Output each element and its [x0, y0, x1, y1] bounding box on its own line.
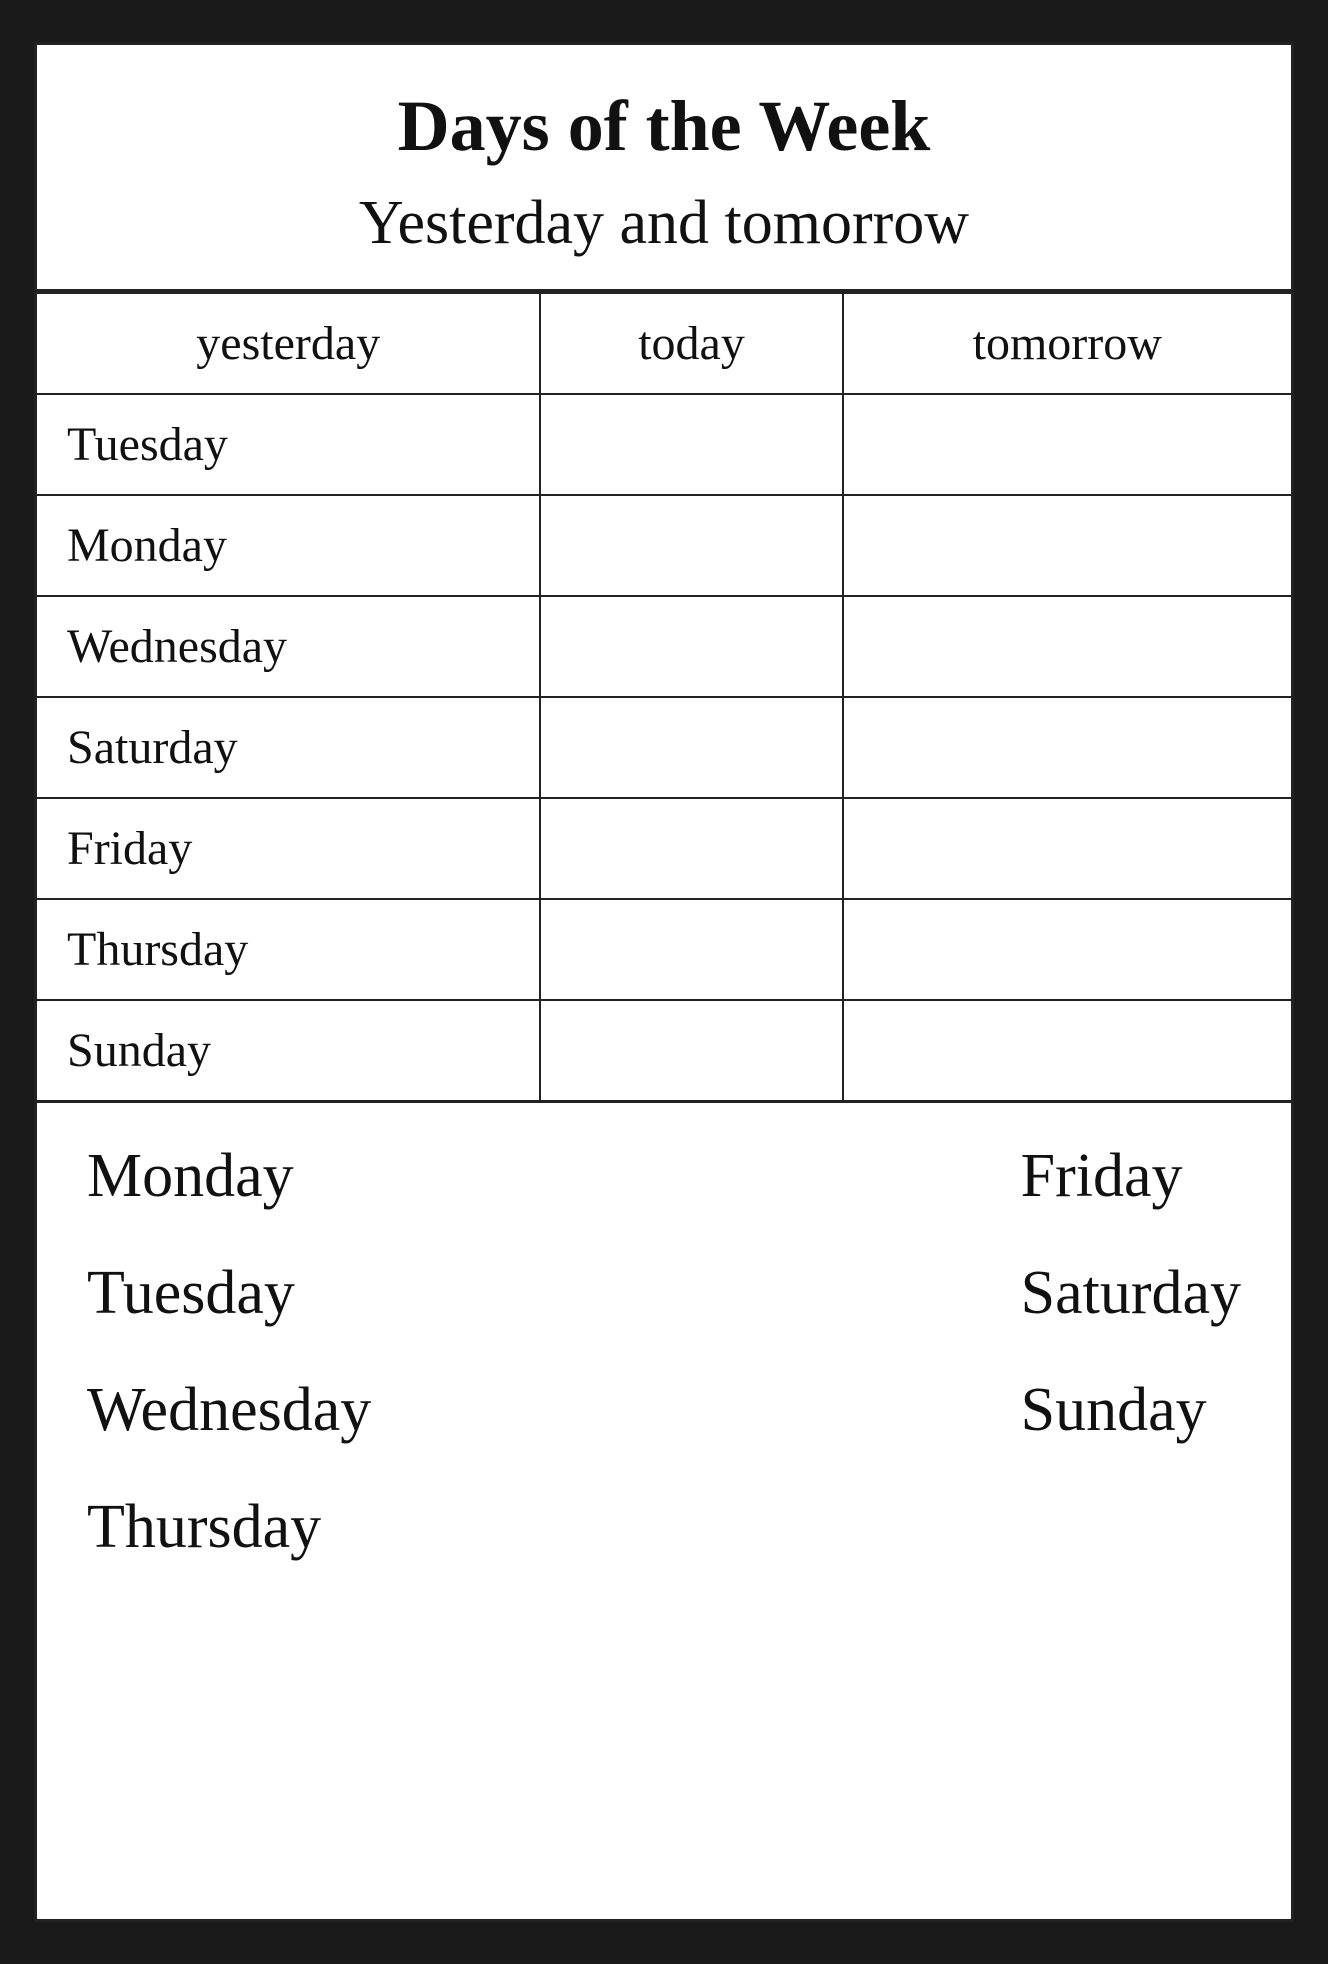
word-item-right: Sunday	[1011, 1357, 1251, 1464]
table-row: Saturday	[37, 697, 1291, 798]
cell-yesterday: Sunday	[37, 1000, 540, 1100]
word-item-left: Monday	[77, 1123, 381, 1230]
cell-tomorrow	[843, 1000, 1291, 1100]
cell-yesterday: Wednesday	[37, 596, 540, 697]
cell-tomorrow	[843, 899, 1291, 1000]
word-list-section: MondayTuesdayWednesdayThursday FridaySat…	[37, 1103, 1291, 1621]
col-today: today	[540, 293, 842, 395]
table-row: Wednesday	[37, 596, 1291, 697]
cell-today	[540, 697, 842, 798]
word-item-left: Thursday	[77, 1474, 381, 1581]
cell-yesterday: Tuesday	[37, 394, 540, 495]
cell-today	[540, 394, 842, 495]
cell-tomorrow	[843, 495, 1291, 596]
table-section: yesterday today tomorrow TuesdayMondayWe…	[37, 291, 1291, 1103]
cell-yesterday: Monday	[37, 495, 540, 596]
table-row: Tuesday	[37, 394, 1291, 495]
col-tomorrow: tomorrow	[843, 293, 1291, 395]
cell-today	[540, 1000, 842, 1100]
page-wrapper: Days of the Week Yesterday and tomorrow …	[0, 0, 1328, 1964]
cell-tomorrow	[843, 596, 1291, 697]
main-title: Days of the Week	[97, 85, 1231, 168]
word-item-right: Friday	[1011, 1123, 1251, 1230]
cell-today	[540, 899, 842, 1000]
cell-yesterday: Saturday	[37, 697, 540, 798]
cell-today	[540, 798, 842, 899]
word-column-left: MondayTuesdayWednesdayThursday	[77, 1123, 381, 1581]
table-row: Friday	[37, 798, 1291, 899]
table-row: Thursday	[37, 899, 1291, 1000]
main-card: Days of the Week Yesterday and tomorrow …	[34, 42, 1294, 1922]
days-table: yesterday today tomorrow TuesdayMondayWe…	[37, 291, 1291, 1100]
cell-yesterday: Friday	[37, 798, 540, 899]
word-item-right: Saturday	[1011, 1240, 1251, 1347]
table-header-row: yesterday today tomorrow	[37, 293, 1291, 395]
word-item-left: Wednesday	[77, 1357, 381, 1464]
cell-tomorrow	[843, 697, 1291, 798]
table-row: Sunday	[37, 1000, 1291, 1100]
subtitle: Yesterday and tomorrow	[97, 188, 1231, 259]
cell-yesterday: Thursday	[37, 899, 540, 1000]
col-yesterday: yesterday	[37, 293, 540, 395]
cell-tomorrow	[843, 394, 1291, 495]
cell-today	[540, 596, 842, 697]
cell-today	[540, 495, 842, 596]
word-column-right: FridaySaturdaySunday	[1011, 1123, 1251, 1581]
word-item-left: Tuesday	[77, 1240, 381, 1347]
cell-tomorrow	[843, 798, 1291, 899]
header-section: Days of the Week Yesterday and tomorrow	[37, 45, 1291, 291]
table-row: Monday	[37, 495, 1291, 596]
